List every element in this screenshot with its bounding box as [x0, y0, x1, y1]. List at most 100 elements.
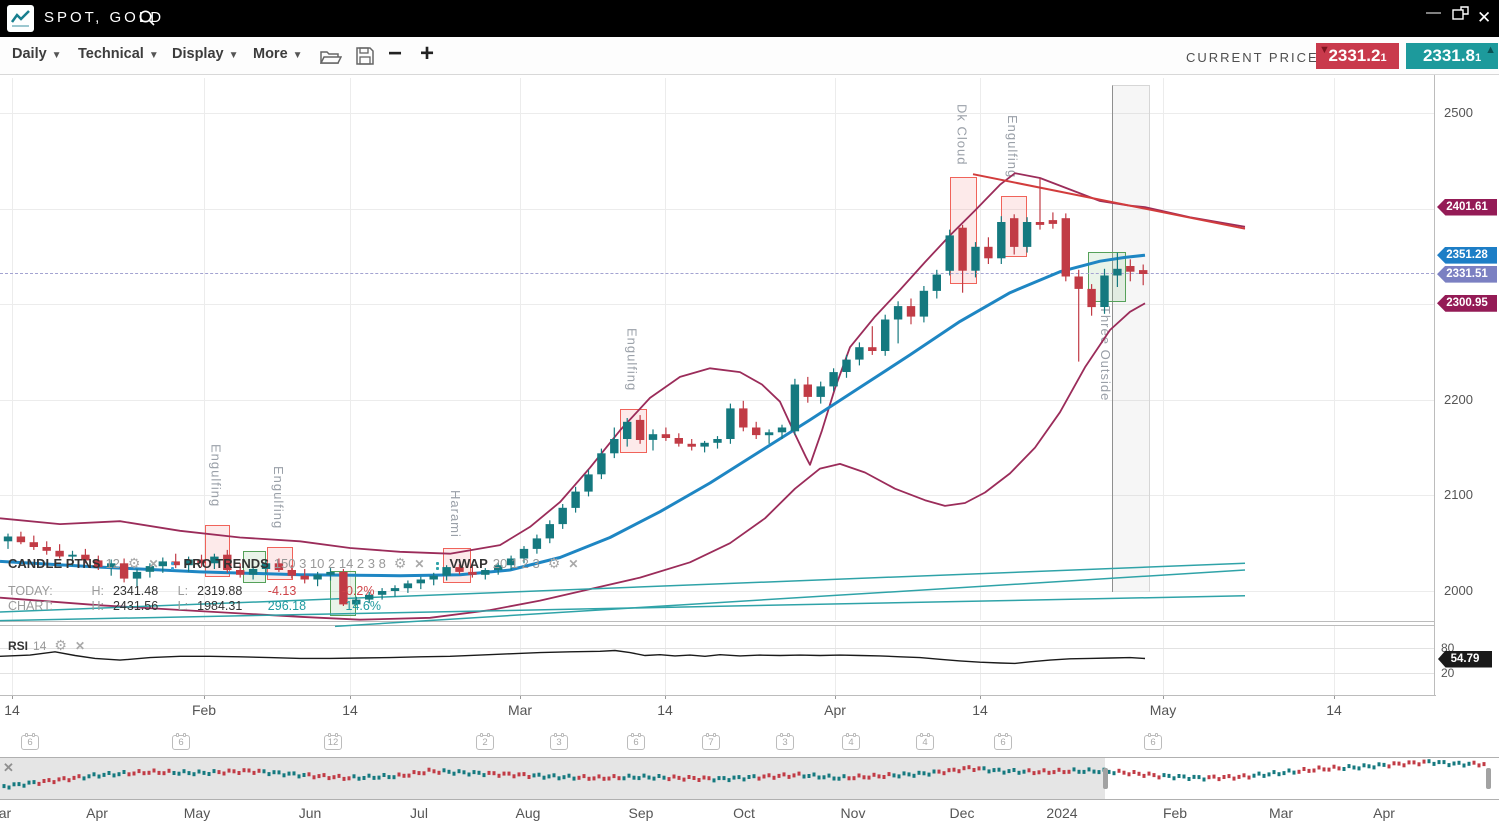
mini-candle	[1408, 760, 1411, 764]
mini-candle	[328, 776, 331, 780]
mini-candle	[123, 770, 126, 774]
navigator-right-handle[interactable]	[1486, 768, 1491, 789]
mini-candle	[1473, 761, 1476, 765]
mini-candle	[1013, 768, 1016, 772]
mini-candle	[93, 772, 96, 776]
candlestick	[417, 580, 425, 584]
mini-candle	[138, 769, 141, 773]
mini-candle	[243, 768, 246, 772]
mini-candle	[383, 773, 386, 777]
mini-candle	[898, 774, 901, 778]
mini-candle	[1258, 772, 1261, 776]
gear-icon[interactable]: ⚙	[394, 555, 407, 572]
mini-candle	[148, 771, 151, 775]
mini-candle	[28, 781, 31, 785]
mini-candle	[798, 772, 801, 776]
mini-candle	[863, 775, 866, 779]
mini-candle	[78, 774, 81, 778]
mini-candle	[228, 769, 231, 773]
mini-candle	[1288, 769, 1291, 773]
range-navigator[interactable]: ✕	[0, 757, 1499, 800]
mini-candle	[738, 775, 741, 779]
candlestick	[700, 443, 708, 447]
close-icon[interactable]: ✕	[414, 557, 424, 571]
mini-candle	[1263, 774, 1266, 778]
candlestick	[1036, 222, 1044, 225]
mini-candle	[253, 771, 256, 775]
mini-candle	[568, 774, 571, 778]
candlestick	[971, 247, 979, 271]
mini-candle	[513, 774, 516, 778]
mini-candle	[163, 771, 166, 775]
chart-low: 1984.31	[197, 599, 242, 613]
mini-candle	[758, 777, 761, 781]
mini-candle	[953, 768, 956, 772]
mini-candle	[1233, 777, 1236, 781]
mini-candle	[1468, 762, 1471, 766]
candlestick	[958, 228, 966, 271]
mini-candle	[378, 776, 381, 780]
mini-candle	[678, 776, 681, 780]
close-icon[interactable]: ✕	[3, 760, 14, 776]
mini-candle	[578, 776, 581, 780]
gear-icon[interactable]: ⚙	[54, 637, 67, 654]
mini-candle	[178, 772, 181, 776]
mini-candle	[888, 772, 891, 776]
mini-candle	[618, 776, 621, 780]
close-icon[interactable]: ✕	[568, 557, 578, 571]
mini-candle	[633, 776, 636, 780]
close-icon[interactable]: ✕	[148, 557, 158, 571]
mini-candle	[1378, 762, 1381, 766]
candlestick	[326, 572, 334, 575]
mini-candle	[728, 778, 731, 782]
candlestick	[559, 508, 567, 524]
navigator-left-handle[interactable]	[1103, 768, 1108, 789]
close-icon[interactable]: ✕	[75, 639, 85, 653]
mini-candle	[878, 774, 881, 778]
candlestick	[778, 428, 786, 433]
mini-candle	[803, 775, 806, 779]
mini-candle	[718, 776, 721, 780]
mini-candle	[788, 775, 791, 779]
mini-candle	[933, 770, 936, 774]
mini-candle	[968, 765, 971, 769]
gear-icon[interactable]: ⚙	[128, 555, 141, 572]
mini-candle	[668, 777, 671, 781]
mini-candle	[63, 776, 66, 780]
mini-candle	[948, 768, 951, 772]
mini-candle	[268, 772, 271, 776]
mini-candle	[343, 777, 346, 781]
mini-candle	[313, 775, 316, 779]
mini-candle	[753, 774, 756, 778]
candlestick	[920, 291, 928, 317]
chart-stats-row: CHART: H: 2431.56 L: 1984.31 296.18 14.6…	[8, 599, 381, 613]
candlestick	[713, 439, 721, 443]
candlestick	[313, 575, 321, 580]
mini-candle	[1358, 766, 1361, 770]
mini-candle	[1318, 766, 1321, 770]
mini-candle	[688, 775, 691, 779]
mini-candle	[723, 776, 726, 780]
series-marker	[436, 562, 439, 565]
candlestick	[662, 434, 670, 438]
mini-candle	[613, 774, 616, 778]
candlestick	[610, 439, 618, 453]
mini-candle	[368, 774, 371, 778]
mini-candle	[583, 774, 586, 778]
candlestick	[468, 572, 476, 575]
candlestick	[649, 434, 657, 440]
mini-candle	[1343, 767, 1346, 771]
candlestick	[804, 385, 812, 397]
mini-candle	[1273, 770, 1276, 774]
candlestick	[1023, 222, 1031, 247]
mini-candle	[1443, 760, 1446, 764]
mini-candle	[733, 776, 736, 780]
gear-icon[interactable]: ⚙	[548, 555, 561, 572]
mini-candle	[778, 774, 781, 778]
mini-candle	[338, 774, 341, 778]
mini-candle	[1393, 761, 1396, 765]
mini-candle	[573, 777, 576, 781]
mini-candle	[1193, 775, 1196, 779]
mini-candle	[713, 778, 716, 782]
mini-candle	[603, 777, 606, 781]
